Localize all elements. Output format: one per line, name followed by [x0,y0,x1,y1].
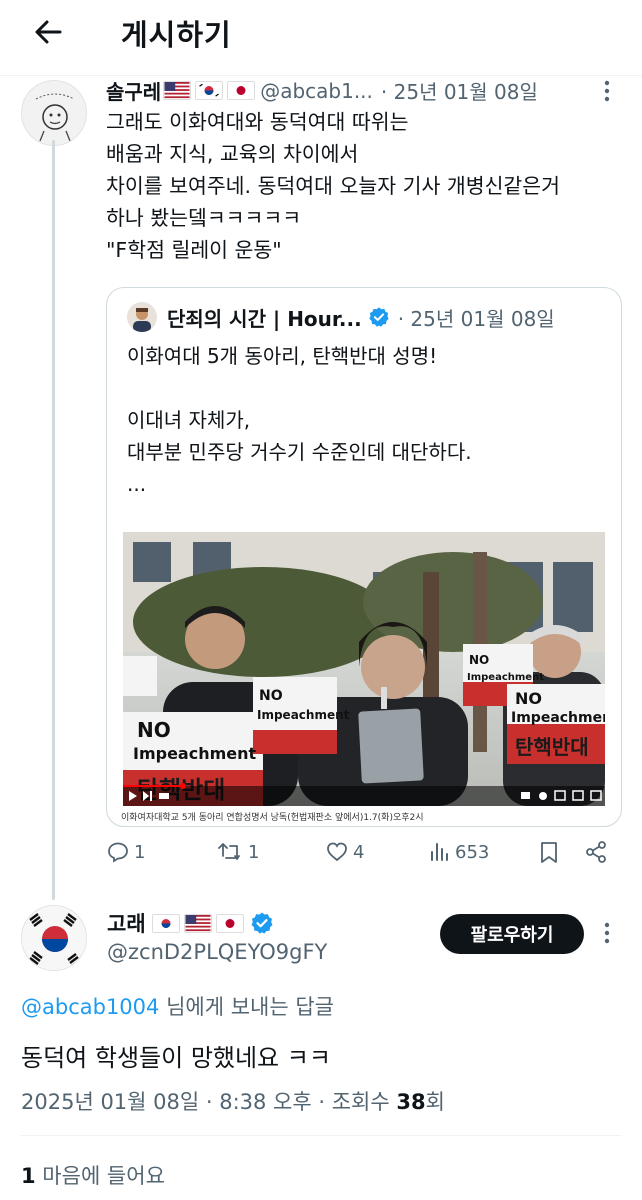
flag-icon [151,913,180,933]
reply-body: 동덕여 학생들이 망했네요 ㅋㅋ [21,1044,331,1072]
top-bar: 게시하기 [0,0,642,72]
retweet-count: 1 [248,841,260,863]
reply-view-suffix: 회 [425,1090,445,1114]
views-button[interactable]: 653 [429,840,489,864]
flag-icon [215,913,244,933]
retweet-icon [218,843,240,860]
back-arrow-icon [35,20,62,44]
tweet-body: 그래도 이화여대와 동덕여대 따위는 배움과 지식, 교육의 차이에서 차이를 … [106,110,561,262]
reply-header: 고래 [107,908,274,938]
video-thumbnail[interactable]: NO Impeachment 탄핵반대 NO Impeachment NO Im… [123,532,605,806]
reply-timestamp[interactable]: 2025년 01월 08일 · 8:38 오후 · 조회수 [21,1090,396,1114]
reply-button[interactable]: 1 [106,840,145,864]
reply-mention-link[interactable]: @abcab1004 [21,995,159,1019]
likes-label: 마음에 들어요 [35,1164,165,1188]
replying-suffix: 님에게 보내는 답글 [159,995,334,1019]
view-count: 653 [455,841,490,863]
replying-to: @abcab1004 님에게 보내는 답글 [21,991,334,1021]
svg-text:Impeachment: Impeachment [511,710,605,726]
tweet-header: 솔구레 @abcab1... · 25년 01월 08일 [106,76,538,105]
reply-author-handle[interactable]: @zcnD2PLQEYO9gFY [107,940,327,964]
retweet-button[interactable]: 1 [218,840,259,864]
svg-text:NO: NO [259,688,283,704]
page-title: 게시하기 [121,18,232,52]
svg-text:Impeachment: Impeachment [133,744,257,763]
protest-scene: NO Impeachment 탄핵반대 NO Impeachment NO Im… [123,532,605,806]
svg-text:NO: NO [469,653,489,667]
quoted-avatar[interactable] [127,302,157,332]
flag-group [151,913,244,933]
bookmark-icon [541,842,557,863]
reply-view-count: 38 [396,1090,426,1114]
reply-avatar[interactable] [21,905,87,971]
svg-text:NO: NO [137,718,171,742]
svg-text:Impeachment: Impeachment [257,708,350,722]
reply-icon [108,842,128,863]
share-icon [586,841,606,863]
reply-author-name[interactable]: 고래 [107,908,146,938]
follow-button[interactable]: 팔로우하기 [440,914,584,954]
likes-summary[interactable]: 1 마음에 들어요 [21,1160,165,1190]
back-button[interactable] [30,14,66,50]
flag-icon [227,81,256,100]
share-button[interactable] [584,840,608,864]
reply-count: 1 [134,841,146,863]
avatar[interactable] [21,80,87,146]
reply-avatar-drawing [22,906,86,970]
flag-icon [183,913,212,933]
tweet-date[interactable]: · 25년 01월 08일 [381,76,538,105]
avatar-drawing [35,93,75,142]
image-caption: 이화여자대학교 5개 동아리 연합성명서 낭독(헌법재판소 앞에서)1.7(화)… [121,813,424,823]
quoted-body: 이화여대 5개 동아리, 탄핵반대 성명! 이대녀 자체가, 대부분 민주당 거… [127,344,472,496]
views-icon [431,843,448,861]
svg-text:Impeachment: Impeachment [467,672,544,683]
like-icon [327,842,347,862]
reply-meta: 2025년 01월 08일 · 8:38 오후 · 조회수 38회 [21,1086,445,1116]
flag-group [163,81,256,100]
quoted-tweet-header: 단죄의 시간 | Hour... · 25년 01월 08일 [127,302,555,332]
quoted-tweet[interactable]: 단죄의 시간 | Hour... · 25년 01월 08일 이화여대 5개 동… [106,287,622,827]
like-count: 4 [353,841,365,863]
thread-line [52,140,55,900]
quoted-date[interactable]: · 25년 01월 08일 [398,303,555,332]
like-button[interactable]: 4 [325,840,364,864]
quoted-author-name[interactable]: 단죄의 시간 | Hour... [167,303,362,332]
more-icon[interactable] [604,922,610,947]
svg-text:NO: NO [515,689,542,708]
flag-icon [163,81,192,100]
author-name[interactable]: 솔구레 [106,76,161,105]
more-icon[interactable] [604,80,610,105]
verified-icon [369,307,389,327]
flag-icon [195,81,224,100]
author-handle[interactable]: @abcab1... [260,79,373,103]
verified-icon [251,912,273,934]
likes-count: 1 [21,1164,36,1188]
divider [21,1135,621,1136]
svg-text:탄핵반대: 탄핵반대 [515,735,589,759]
tweet-actions: 1 1 4 653 [106,840,622,876]
bookmark-button[interactable] [538,840,560,864]
